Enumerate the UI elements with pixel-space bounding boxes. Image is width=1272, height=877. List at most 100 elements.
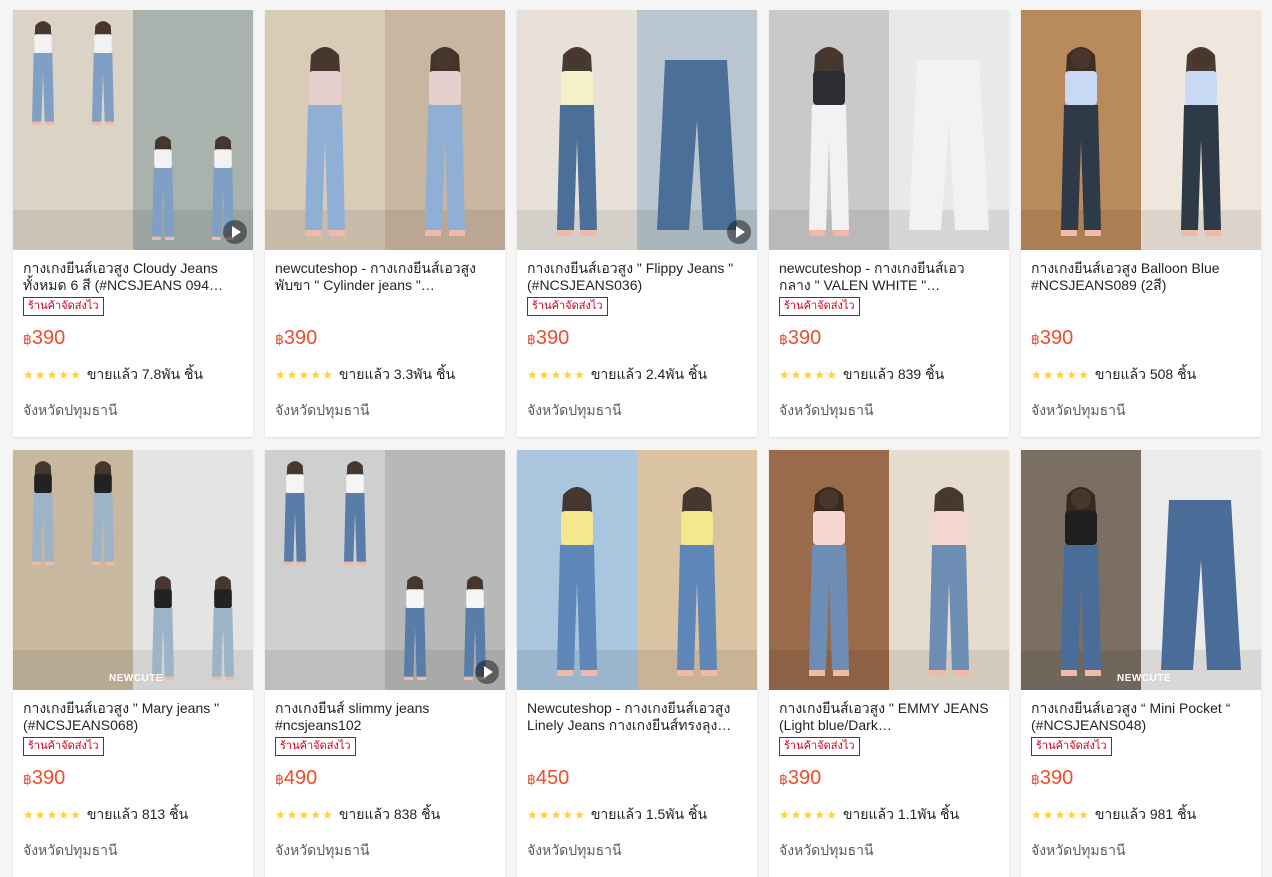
product-card[interactable]: newcuteshop - กางเกงยีนส์เอว กลาง " VALE… [769,10,1009,437]
star-icon: ★ [1066,368,1078,382]
model-shoe-left [809,230,825,236]
model-top [681,511,713,545]
product-image[interactable] [1021,10,1261,250]
product-image[interactable] [769,450,1009,690]
shop-location: จังหวัดปทุมธานี [1031,842,1126,858]
model-top [1065,71,1097,105]
currency-symbol: ฿ [275,331,284,347]
product-price: ฿390 [779,326,999,351]
product-name[interactable]: กางเกงยีนส์เอวสูง " EMMY JEANS (Light bl… [779,700,999,734]
rating-stars: ★ ★ ★ ★ ★ [275,369,334,381]
product-price: ฿390 [1031,326,1251,351]
product-image[interactable]: NEWCUTE [1021,450,1261,690]
sold-count: ขายแล้ว 3.3พัน ชิ้น [338,366,456,382]
product-card[interactable]: NEWCUTE กางเกงยีนส์เอวสูง " Mary jeans "… [13,450,253,877]
play-video-icon[interactable] [475,660,499,684]
model-top [34,474,52,493]
product-card[interactable]: กางเกงยีนส์ slimmy jeans #ncsjeans102 ร้… [265,450,505,877]
model-shoe-left [425,230,441,236]
currency-symbol: ฿ [23,771,32,787]
product-meta: ★ ★ ★ ★ ★ ขายแล้ว 3.3พัน ชิ้น [275,366,495,383]
currency-symbol: ฿ [275,771,284,787]
model-shoe-right [45,121,54,126]
product-photo [1021,10,1261,250]
star-icon: ★ [1042,368,1054,382]
product-name[interactable]: กางเกงยีนส์เอวสูง " Flippy Jeans " (#NCS… [527,260,747,294]
product-name[interactable]: newcuteshop - กางเกงยีนส์เอวสูง พับขา " … [275,260,495,294]
product-info: กางเกงยีนส์ slimmy jeans #ncsjeans102 ร้… [265,690,505,862]
product-name[interactable]: กางเกงยีนส์เอวสูง “ Mini Pocket “ (#NCSJ… [1031,700,1251,734]
product-name[interactable]: newcuteshop - กางเกงยีนส์เอว กลาง " VALE… [779,260,999,294]
star-icon: ★ [298,808,310,822]
product-name[interactable]: กางเกงยีนส์ slimmy jeans #ncsjeans102 [275,700,495,734]
product-card[interactable]: NEWCUTE กางเกงยีนส์เอวสูง “ Mini Pocket … [1021,450,1261,877]
currency-symbol: ฿ [1031,771,1040,787]
product-card[interactable]: กางเกงยีนส์เอวสูง " EMMY JEANS (Light bl… [769,450,1009,877]
model-shoe-left [344,561,353,566]
product-name[interactable]: กางเกงยีนส์เอวสูง Cloudy Jeans ทั้งหมด 6… [23,260,243,294]
model-shoe-right [357,561,366,566]
star-icon: ★ [574,808,585,822]
model-shoe-right [165,236,174,241]
model-shoe-right [45,561,54,566]
currency-symbol: ฿ [779,771,788,787]
product-image[interactable] [265,450,505,690]
price-value: 390 [535,327,570,349]
star-icon: ★ [1078,368,1089,382]
model-shoe-right [1205,230,1221,236]
model-shoe-left [929,670,945,676]
model-shoe-right [581,670,597,676]
shop-location: จังหวัดปทุมธานี [275,402,370,418]
star-icon: ★ [538,368,550,382]
product-card[interactable]: newcuteshop - กางเกงยีนส์เอวสูง พับขา " … [265,10,505,437]
currency-symbol: ฿ [23,331,32,347]
product-card[interactable]: กางเกงยีนส์เอวสูง " Flippy Jeans " (#NCS… [517,10,757,437]
star-icon: ★ [562,808,574,822]
product-image[interactable] [517,10,757,250]
model-shoe-left [1061,230,1077,236]
product-image[interactable]: NEWCUTE [13,450,253,690]
product-image[interactable] [769,10,1009,250]
star-icon: ★ [286,808,298,822]
product-meta: ★ ★ ★ ★ ★ ขายแล้ว 839 ชิ้น [779,366,999,383]
photo-floor [769,650,1009,690]
star-icon: ★ [23,368,34,382]
product-name[interactable]: Newcuteshop - กางเกงยีนส์เอวสูง Linely J… [527,700,747,734]
sold-count: ขายแล้ว 2.4พัน ชิ้น [590,366,708,382]
star-icon: ★ [34,808,46,822]
product-photo [769,450,1009,690]
product-image[interactable] [13,10,253,250]
play-video-icon[interactable] [727,220,751,244]
product-price: ฿390 [23,766,243,791]
product-card[interactable]: กางเกงยีนส์เอวสูง Cloudy Jeans ทั้งหมด 6… [13,10,253,437]
star-icon: ★ [1031,808,1042,822]
product-card[interactable]: กางเกงยีนส์เอวสูง Balloon Blue #NCSJEANS… [1021,10,1261,437]
star-icon: ★ [814,808,826,822]
brand-watermark: NEWCUTE [1117,673,1172,684]
star-icon: ★ [527,808,538,822]
rating-stars: ★ ★ ★ ★ ★ [1031,369,1090,381]
product-image[interactable] [517,450,757,690]
product-card[interactable]: Newcuteshop - กางเกงยีนส์เอวสูง Linely J… [517,450,757,877]
fast-shipping-badge: ร้านค้าจัดส่งไว [779,737,860,756]
star-icon: ★ [1031,368,1042,382]
model-top [561,511,593,545]
rating-stars: ★ ★ ★ ★ ★ [1031,809,1090,821]
rating-stars: ★ ★ ★ ★ ★ [527,369,586,381]
price-value: 390 [1039,767,1074,789]
sold-count: ขายแล้ว 838 ชิ้น [338,806,441,822]
product-name[interactable]: กางเกงยีนส์เอวสูง Balloon Blue #NCSJEANS… [1031,260,1251,294]
model-shoe-right [701,670,717,676]
star-icon: ★ [58,368,70,382]
price-value: 390 [283,327,318,349]
star-icon: ★ [58,808,70,822]
product-image[interactable] [265,10,505,250]
play-video-icon[interactable] [223,220,247,244]
star-icon: ★ [1078,808,1089,822]
product-grid: กางเกงยีนส์เอวสูง Cloudy Jeans ทั้งหมด 6… [0,0,1272,877]
shop-location: จังหวัดปทุมธานี [779,402,874,418]
product-name[interactable]: กางเกงยีนส์เอวสูง " Mary jeans " (#NCSJE… [23,700,243,734]
model-top [429,71,461,105]
currency-symbol: ฿ [527,331,536,347]
model-shoe-right [329,230,345,236]
